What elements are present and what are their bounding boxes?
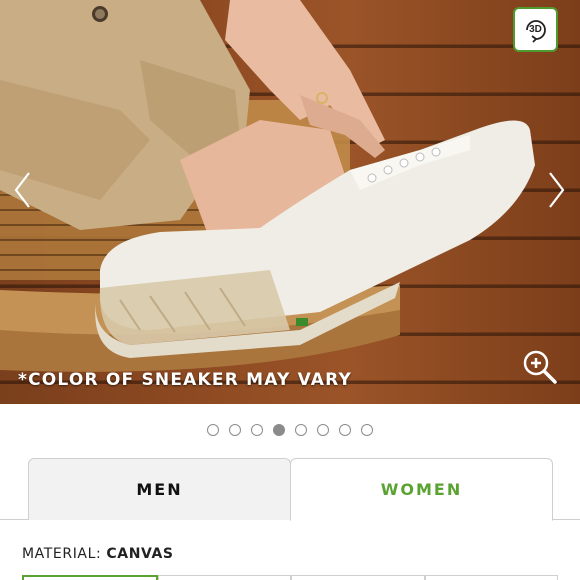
carousel-dot[interactable] [317, 424, 329, 436]
material-value: CANVAS [106, 546, 174, 562]
carousel-dot[interactable] [251, 424, 263, 436]
carousel-dot[interactable] [361, 424, 373, 436]
chevron-right-icon [549, 172, 565, 208]
tab-women[interactable]: WOMEN [290, 458, 553, 521]
previous-image-button[interactable] [10, 168, 34, 212]
material-option-selected[interactable] [22, 575, 158, 580]
tab-men[interactable]: MEN [28, 458, 291, 520]
material-option[interactable] [157, 575, 291, 580]
zoom-button[interactable] [521, 348, 559, 386]
color-disclaimer: *COLOR OF SNEAKER MAY VARY [18, 370, 353, 390]
product-photo-illustration [0, 0, 535, 372]
material-options [22, 575, 558, 580]
carousel-dot[interactable] [295, 424, 307, 436]
zoom-in-icon [523, 350, 557, 384]
carousel-dot[interactable] [339, 424, 351, 436]
view-3d-button[interactable]: 3D [513, 7, 558, 52]
carousel-dot-active[interactable] [273, 424, 285, 436]
next-image-button[interactable] [545, 168, 569, 212]
view-3d-label: 3D [529, 24, 542, 35]
material-option[interactable] [424, 575, 558, 580]
material-key: MATERIAL: [22, 546, 102, 562]
carousel-dot[interactable] [229, 424, 241, 436]
chevron-left-icon [14, 172, 30, 208]
carousel-dots [0, 424, 580, 436]
material-label: MATERIAL: CANVAS [22, 546, 174, 562]
product-image: 3D *COLOR OF SNEAKER MAY VARY [0, 0, 580, 404]
material-option[interactable] [291, 575, 425, 580]
carousel-dot[interactable] [207, 424, 219, 436]
